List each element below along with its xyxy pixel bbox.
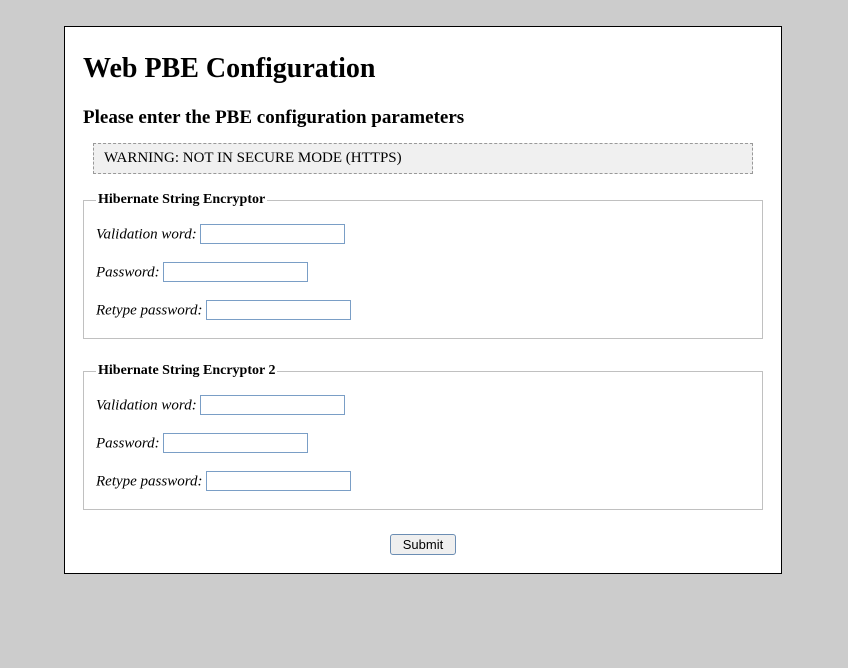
password-input[interactable]	[163, 433, 308, 453]
validation-word-label: Validation word:	[96, 398, 197, 414]
password-label: Password:	[96, 436, 160, 452]
validation-word-input[interactable]	[200, 395, 345, 415]
encryptor-legend-1: Hibernate String Encryptor	[96, 192, 267, 208]
warning-banner: WARNING: NOT IN SECURE MODE (HTTPS)	[93, 143, 753, 174]
field-row: Password:	[96, 262, 750, 282]
page-subtitle: Please enter the PBE configuration param…	[83, 107, 763, 129]
submit-button[interactable]: Submit	[390, 534, 456, 555]
page-title: Web PBE Configuration	[83, 53, 763, 85]
field-row: Retype password:	[96, 471, 750, 491]
field-row: Retype password:	[96, 300, 750, 320]
field-row: Password:	[96, 433, 750, 453]
validation-word-label: Validation word:	[96, 227, 197, 243]
field-row: Validation word:	[96, 224, 750, 244]
config-panel: Web PBE Configuration Please enter the P…	[64, 26, 782, 574]
retype-password-input[interactable]	[206, 471, 351, 491]
retype-password-label: Retype password:	[96, 474, 203, 490]
validation-word-input[interactable]	[200, 224, 345, 244]
retype-password-input[interactable]	[206, 300, 351, 320]
encryptor-group-2: Hibernate String Encryptor 2 Validation …	[83, 363, 763, 510]
submit-row: Submit	[83, 534, 763, 555]
retype-password-label: Retype password:	[96, 303, 203, 319]
encryptor-group-1: Hibernate String Encryptor Validation wo…	[83, 192, 763, 339]
password-label: Password:	[96, 265, 160, 281]
field-row: Validation word:	[96, 395, 750, 415]
password-input[interactable]	[163, 262, 308, 282]
encryptor-legend-2: Hibernate String Encryptor 2	[96, 363, 277, 379]
